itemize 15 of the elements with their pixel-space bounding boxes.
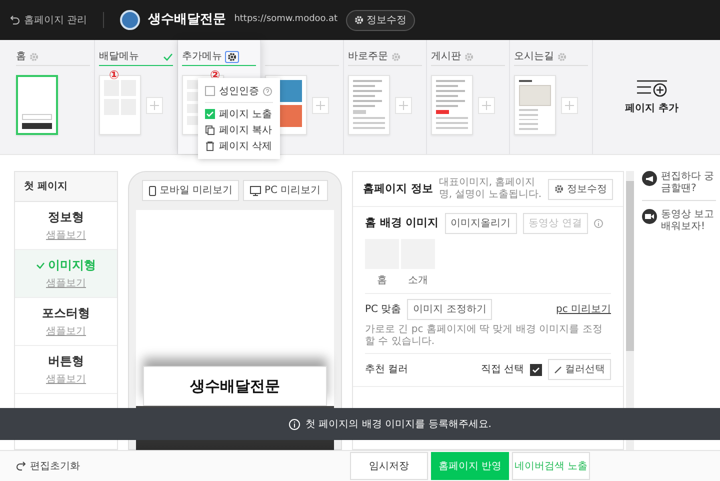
site-name: 생수배달전문 (148, 11, 226, 30)
section-title: 홈 배경 이미지 (365, 215, 439, 232)
image-label: 소개 (408, 274, 428, 288)
panel-title: 첫 페이지 (15, 172, 117, 202)
description: 대표이미지, 홈페이지명, 설명이 노출됩니다. (438, 177, 542, 201)
banner-title: 생수배달전문 (143, 366, 327, 406)
image-label: 홈 (377, 274, 387, 288)
field-label: 추천 컬러 (365, 363, 408, 377)
field-label: PC 맞춤 (365, 303, 402, 317)
annotation-number: ① (109, 67, 120, 84)
description: 가로로 긴 pc 홈페이지에 딱 맞게 배경 이미지를 조정할 수 있습니다. (365, 324, 604, 348)
field-label: 직접 선택 (480, 363, 524, 377)
site-url: https://somw.modoo.at (234, 13, 338, 26)
message-toast: 첫 페이지의 배경 이미지를 등록해주세요. (0, 408, 720, 440)
section-title: 홈페이지 정보 (363, 180, 433, 197)
